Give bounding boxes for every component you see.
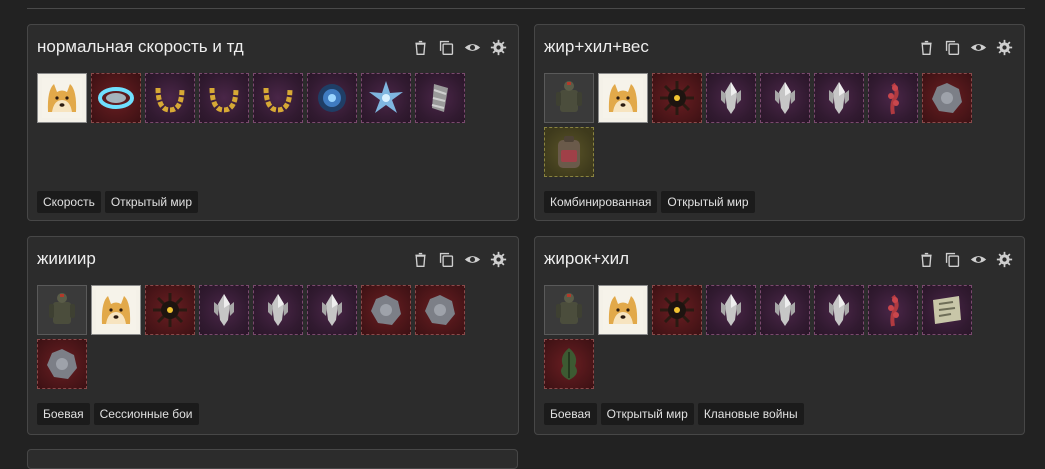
eye-icon[interactable] [968, 250, 988, 268]
spiked-mine-artifact-icon[interactable] [652, 285, 702, 335]
armor-suit-icon[interactable] [544, 285, 594, 335]
silver-crystal-artifact-icon[interactable] [253, 285, 303, 335]
silver-crystal-artifact-icon[interactable] [814, 73, 864, 123]
silver-crystal-artifact-icon[interactable] [706, 73, 756, 123]
red-coral-artifact-icon[interactable] [868, 73, 918, 123]
gear-icon[interactable] [994, 38, 1014, 56]
build-items [37, 73, 517, 127]
tag-badge[interactable]: Боевая [544, 403, 597, 425]
copy-icon[interactable] [942, 250, 962, 268]
build-card: жирок+хил Боевая Открытый мир Клановые войн… [534, 236, 1025, 435]
silver-crystal-artifact-icon[interactable] [760, 285, 810, 335]
copy-icon[interactable] [436, 38, 456, 56]
blue-crystal-artifact-icon[interactable] [361, 73, 411, 123]
build-card: нормальная скорость и тд Скорость Открытый… [27, 24, 519, 221]
build-card: жир+хил+вес Комбинированная Открытый мир [534, 24, 1025, 221]
golden-horseshoe-artifact-icon[interactable] [253, 73, 303, 123]
silver-crystal-artifact-icon[interactable] [199, 285, 249, 335]
grey-stone-artifact-icon[interactable] [415, 285, 465, 335]
grey-stone-artifact-icon[interactable] [361, 285, 411, 335]
gear-icon[interactable] [488, 250, 508, 268]
build-title: жирок+хил [544, 249, 630, 268]
golden-horseshoe-artifact-icon[interactable] [145, 73, 195, 123]
tag-badge[interactable]: Боевая [37, 403, 90, 425]
silver-crystal-artifact-icon[interactable] [814, 285, 864, 335]
build-items [37, 285, 517, 393]
build-tags: Боевая Открытый мир Клановые войны [544, 403, 804, 425]
build-title: нормальная скорость и тд [37, 37, 244, 56]
trash-icon[interactable] [916, 250, 936, 268]
tag-badge[interactable]: Скорость [37, 191, 101, 213]
doge-avatar-icon[interactable] [598, 285, 648, 335]
build-title: жиииир [37, 249, 96, 268]
copy-icon[interactable] [436, 250, 456, 268]
copy-icon[interactable] [942, 38, 962, 56]
gear-icon[interactable] [488, 38, 508, 56]
trash-icon[interactable] [410, 250, 430, 268]
gear-icon[interactable] [994, 250, 1014, 268]
energy-ring-artifact-icon[interactable] [91, 73, 141, 123]
grey-stone-artifact-icon[interactable] [922, 73, 972, 123]
build-tags: Комбинированная Открытый мир [544, 191, 755, 213]
doge-avatar-icon[interactable] [91, 285, 141, 335]
grey-stone-artifact-icon[interactable] [37, 339, 87, 389]
red-coral-artifact-icon[interactable] [868, 285, 918, 335]
golden-horseshoe-artifact-icon[interactable] [199, 73, 249, 123]
build-title: жир+хил+вес [544, 37, 649, 56]
twisted-stone-artifact-icon[interactable] [415, 73, 465, 123]
armor-suit-icon[interactable] [544, 73, 594, 123]
tag-badge[interactable]: Открытый мир [104, 191, 198, 213]
eye-icon[interactable] [462, 250, 482, 268]
build-actions [410, 38, 508, 56]
green-moss-artifact-icon[interactable] [544, 339, 594, 389]
eye-icon[interactable] [462, 38, 482, 56]
build-items [544, 73, 1024, 181]
eye-icon[interactable] [968, 38, 988, 56]
build-tags: Боевая Сессионные бои [37, 403, 199, 425]
build-actions [916, 250, 1014, 268]
backpack-icon[interactable] [544, 127, 594, 177]
build-actions [916, 38, 1014, 56]
silver-crystal-artifact-icon[interactable] [760, 73, 810, 123]
spiked-mine-artifact-icon[interactable] [652, 73, 702, 123]
build-items [544, 285, 1024, 393]
build-card: жиииир Боевая Сессионные бои [27, 236, 519, 435]
map-scroll-icon[interactable] [922, 285, 972, 335]
tag-badge[interactable]: Комбинированная [544, 191, 658, 213]
doge-avatar-icon[interactable] [598, 73, 648, 123]
build-tags: Скорость Открытый мир [37, 191, 198, 213]
trash-icon[interactable] [410, 38, 430, 56]
blue-sphere-artifact-icon[interactable] [307, 73, 357, 123]
silver-crystal-artifact-icon[interactable] [307, 285, 357, 335]
spiked-mine-artifact-icon[interactable] [145, 285, 195, 335]
top-divider [27, 8, 1025, 9]
tag-badge[interactable]: Сессионные бои [93, 403, 199, 425]
build-card-partial [27, 449, 518, 469]
doge-avatar-icon[interactable] [37, 73, 87, 123]
tag-badge[interactable]: Открытый мир [661, 191, 755, 213]
trash-icon[interactable] [916, 38, 936, 56]
tag-badge[interactable]: Клановые войны [697, 403, 804, 425]
armor-suit-icon[interactable] [37, 285, 87, 335]
build-actions [410, 250, 508, 268]
silver-crystal-artifact-icon[interactable] [706, 285, 756, 335]
tag-badge[interactable]: Открытый мир [600, 403, 694, 425]
